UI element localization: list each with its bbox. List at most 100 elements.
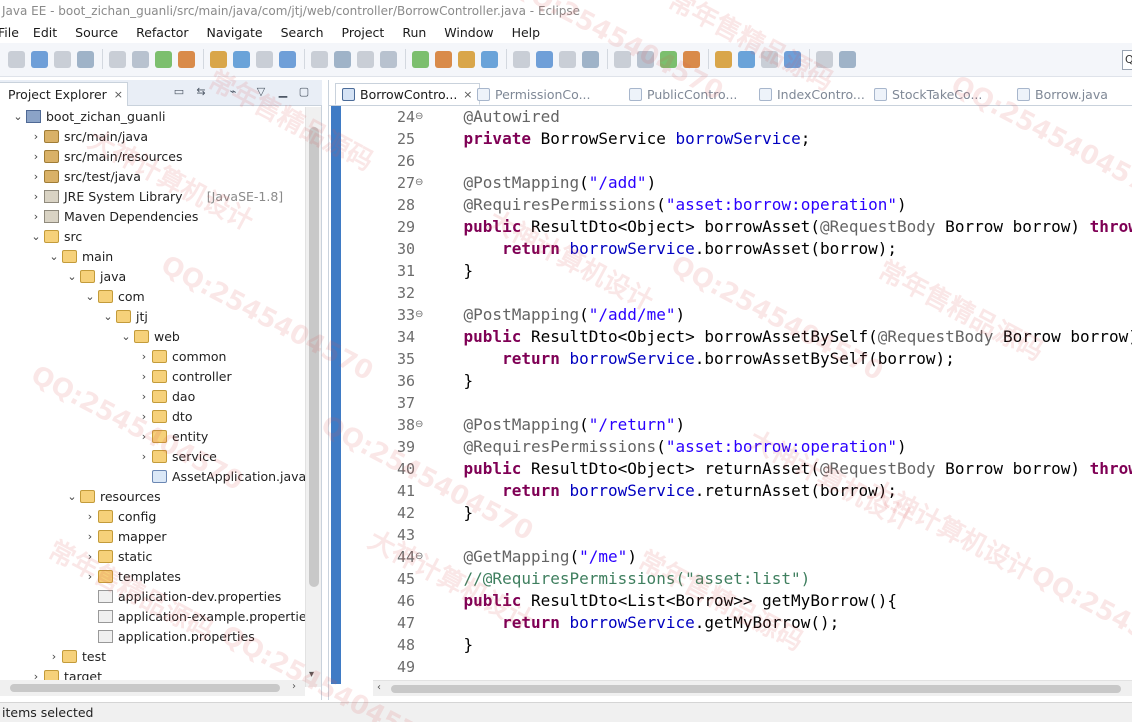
fold-collapse-icon[interactable]: ⊖ [415,172,423,194]
code-line[interactable]: 30 return borrowService.borrowAsset(borr… [397,238,1132,260]
tree-item-dao[interactable]: › dao [0,387,305,407]
menu-navigate[interactable]: Navigate [207,25,263,40]
new-server-icon[interactable] [458,51,475,68]
link-with-editor-icon[interactable]: ⇆ [194,85,208,99]
code-line[interactable]: 45 //@RequiresPermissions("asset:list") [397,568,1132,590]
tree-item-assetapplication-java[interactable]: AssetApplication.java [0,467,305,487]
code-line[interactable]: 44 ⊖ @GetMapping("/me") [397,546,1132,568]
debug-icon[interactable] [380,51,397,68]
code-area[interactable]: 24 ⊖ @Autowired 25 private BorrowService b… [381,106,1132,684]
chevron-right-icon[interactable]: › [85,507,95,527]
explorer-horizontal-scrollbar[interactable]: › [0,680,305,696]
next-annotation-icon[interactable] [715,51,732,68]
editor-tab-indexcontro-[interactable]: IndexContro... [759,83,865,105]
chevron-right-icon[interactable]: › [85,547,95,567]
tree-item-jre-system-library[interactable]: › JRE System Library [JavaSE-1.8] [0,187,305,207]
chevron-right-icon[interactable]: › [139,427,149,447]
view-menu-chevron-down-icon[interactable]: ▽ [254,85,268,99]
explorer-vertical-scrollbar[interactable]: ▾ [305,107,321,687]
save-all-icon[interactable] [54,51,71,68]
code-line[interactable]: 29 public ResultDto<Object> borrowAsset(… [397,216,1132,238]
open-type-icon[interactable] [513,51,530,68]
editor-tab-permissionco-[interactable]: PermissionCo... [477,83,591,105]
code-line[interactable]: 35 return borrowService.borrowAssetBySel… [397,348,1132,370]
chevron-right-icon[interactable]: › [139,367,149,387]
disconnect-icon[interactable] [233,51,250,68]
menu-file[interactable]: File [0,25,19,40]
toggle-block-selection-icon[interactable] [637,51,654,68]
code-line[interactable]: 31 } [397,260,1132,282]
chevron-down-icon[interactable]: ⌄ [31,227,41,247]
web-browser-icon[interactable] [683,51,700,68]
editor-horizontal-scrollbar[interactable]: ‹ [373,680,1132,696]
editor-tab-stocktakeco-[interactable]: StockTakeCo... [874,83,982,105]
editor-tab-borrowcontro-[interactable]: BorrowContro... × [335,83,480,105]
print-icon[interactable] [109,51,126,68]
tree-item-dto[interactable]: › dto [0,407,305,427]
chevron-right-icon[interactable]: › [85,527,95,547]
step-over-icon[interactable] [279,51,296,68]
maximize-icon[interactable]: ▢ [297,85,311,99]
tree-item-resources[interactable]: ⌄ resources [0,487,305,507]
tree-item-controller[interactable]: › controller [0,367,305,387]
toggle-breadcrumb-icon[interactable] [582,51,599,68]
menu-project[interactable]: Project [342,25,385,40]
tree-item-src-test-java[interactable]: › src/test/java [0,167,305,187]
quick-access-search-field[interactable]: Q [1122,50,1132,70]
chevron-right-icon[interactable]: › [31,187,41,207]
chevron-down-icon[interactable]: ⌄ [85,287,95,307]
code-line[interactable]: 24 ⊖ @Autowired [397,106,1132,128]
terminate-icon[interactable] [210,51,227,68]
tree-item-com[interactable]: ⌄ com [0,287,305,307]
show-whitespace-icon[interactable] [660,51,677,68]
code-line[interactable]: 42 } [397,502,1132,524]
fold-collapse-icon[interactable]: ⊖ [415,106,423,128]
chevron-right-icon[interactable]: › [85,567,95,587]
tree-item-boot-zichan-guanli[interactable]: ⌄ boot_zichan_guanli [0,107,305,127]
code-line[interactable]: 47 return borrowService.getMyBorrow(); [397,612,1132,634]
tree-item-application-properties[interactable]: application.properties [0,627,305,647]
minimize-icon[interactable]: ▁ [276,85,290,99]
last-edit-location-icon[interactable] [761,51,778,68]
code-line[interactable]: 43 [397,524,1132,546]
chevron-down-icon[interactable]: ⌄ [103,307,113,327]
run-icon[interactable] [412,51,429,68]
explorer-scroll-thumb[interactable] [309,127,319,587]
chevron-right-icon[interactable]: › [139,387,149,407]
new-icon[interactable] [8,51,25,68]
menu-help[interactable]: Help [512,25,541,40]
forward-icon[interactable] [816,51,833,68]
collapse-all-icon[interactable]: ▭ [172,85,186,99]
explorer-hscroll-thumb[interactable] [10,684,280,692]
editor-tab-borrow-java[interactable]: Borrow.java [1017,83,1108,105]
project-explorer-tab[interactable]: Project Explorer × [0,82,128,106]
tree-item-web[interactable]: ⌄ web [0,327,305,347]
code-line[interactable]: 33 ⊖ @PostMapping("/add/me") [397,304,1132,326]
chevron-right-icon[interactable]: › [31,127,41,147]
code-line[interactable]: 26 [397,150,1132,172]
code-line[interactable]: 39 @RequiresPermissions("asset:borrow:op… [397,436,1132,458]
new-java-project-icon[interactable] [481,51,498,68]
chevron-down-icon[interactable]: ⌄ [67,267,77,287]
tree-item-mapper[interactable]: › mapper [0,527,305,547]
tree-item-src-main-resources[interactable]: › src/main/resources [0,147,305,167]
skip-breakpoints-icon[interactable] [132,51,149,68]
code-line[interactable]: 27 ⊖ @PostMapping("/add") [397,172,1132,194]
tree-item-application-example-properties[interactable]: application-example.properties [0,607,305,627]
code-line[interactable]: 38 ⊖ @PostMapping("/return") [397,414,1132,436]
chevron-down-icon[interactable]: ⌄ [49,247,59,267]
tree-item-entity[interactable]: › entity [0,427,305,447]
code-line[interactable]: 40 public ResultDto<Object> returnAsset(… [397,458,1132,480]
toggle-mark-occurrences-icon[interactable] [614,51,631,68]
menu-edit[interactable]: Edit [33,25,57,40]
tree-item-maven-dependencies[interactable]: › Maven Dependencies [0,207,305,227]
menu-refactor[interactable]: Refactor [136,25,188,40]
chevron-down-icon[interactable]: ⌄ [67,487,77,507]
suspend-icon[interactable] [178,51,195,68]
editor-tab-publiccontro-[interactable]: PublicContro... [629,83,737,105]
chevron-right-icon[interactable]: › [139,347,149,367]
fold-collapse-icon[interactable]: ⊖ [415,414,423,436]
scroll-left-icon[interactable]: ‹ [377,682,381,693]
terminal-icon[interactable] [77,51,94,68]
tree-item-static[interactable]: › static [0,547,305,567]
